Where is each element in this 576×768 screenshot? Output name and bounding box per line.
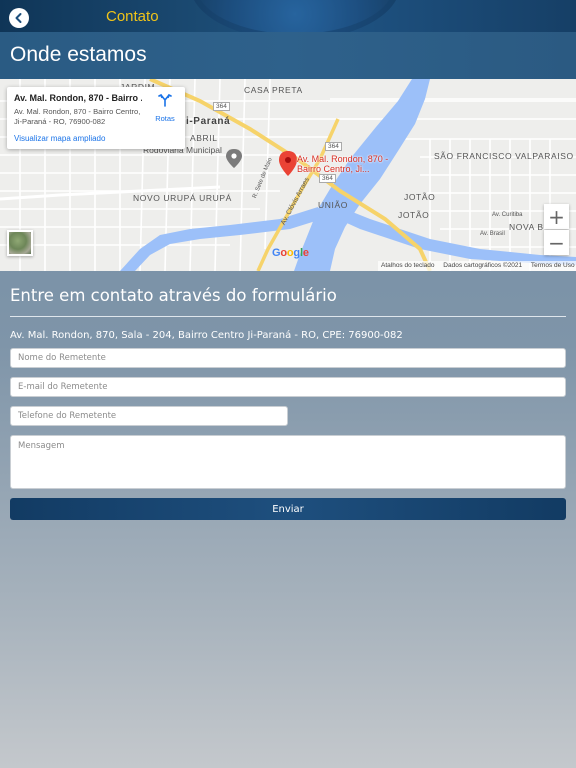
map-label-abril: ABRIL	[190, 133, 218, 143]
routes-label: Rotas	[155, 114, 175, 123]
satellite-toggle[interactable]	[7, 230, 33, 256]
divider	[10, 316, 566, 317]
form-title: Entre em contato através do formulário	[10, 286, 337, 305]
map-label-av-brasil: Av. Brasil	[480, 231, 505, 237]
keyboard-shortcuts-link[interactable]: Atalhos do teclado	[381, 262, 434, 269]
page-title: Contato	[106, 8, 159, 25]
view-larger-map-link[interactable]: Visualizar mapa ampliado	[14, 134, 105, 143]
map-label-novo-urupa: NOVO URUPÁ URUPÁ	[133, 193, 232, 203]
header-emblem	[190, 0, 400, 32]
map-attribution: Atalhos do teclado Dados cartográficos ©…	[378, 261, 576, 271]
place-info-card: Av. Mal. Rondon, 870 - Bairro ... Av. Ma…	[7, 87, 185, 149]
map-label-casa-preta: CASA PRETA	[244, 85, 303, 95]
map-label-ji-parana: i-Paraná	[186, 116, 231, 127]
send-button[interactable]: Enviar	[10, 498, 566, 520]
google-logo-letter: e	[302, 247, 309, 259]
terms-link[interactable]: Termos de Uso	[531, 262, 575, 269]
chevron-left-icon	[15, 13, 22, 23]
top-bar: Contato	[0, 0, 576, 32]
contact-address: Av. Mal. Rondon, 870, Sala - 204, Bairro…	[10, 330, 403, 341]
google-logo: Google	[272, 247, 309, 259]
sender-name-input[interactable]	[10, 348, 566, 368]
section-header: Onde estamos	[0, 32, 576, 79]
zoom-in-button[interactable]: +	[544, 204, 569, 229]
routes-button[interactable]: Rotas	[151, 93, 179, 123]
place-name: Av. Mal. Rondon, 870 - Bairro ...	[14, 93, 142, 103]
place-address: Av. Mal. Rondon, 870 - Bairro Centro, Ji…	[14, 107, 141, 126]
map-label-sao-francisco: SÃO FRANCISCO VALPARAISO	[434, 151, 574, 161]
pin-label-line-1: Av. Mal. Rondon, 870 -	[297, 154, 389, 164]
pin-label-line-2: Bairro Centro, Ji...	[297, 164, 370, 174]
message-textarea[interactable]	[10, 435, 566, 489]
map-label-nova-b: NOVA B	[509, 222, 544, 232]
embedded-map[interactable]: JARDIM CASA PRETA i-Paraná ABRIL Rodoviá…	[0, 79, 576, 271]
map-label-uniao: UNIÃO	[318, 200, 348, 210]
directions-icon	[158, 93, 172, 107]
map-label-road-364a: 364	[213, 102, 230, 111]
map-label-jotao-2: JOTÃO	[398, 210, 430, 220]
sender-email-input[interactable]	[10, 377, 566, 397]
map-label-av-curitiba: Av. Curitiba	[492, 212, 523, 218]
map-data-text: Dados cartográficos ©2021	[443, 262, 523, 269]
map-label-jotao-1: JOTÃO	[404, 192, 436, 202]
pin-label: Av. Mal. Rondon, 870 - Bairro Centro, Ji…	[297, 154, 388, 174]
sender-phone-input[interactable]	[10, 406, 288, 426]
section-title: Onde estamos	[10, 43, 147, 66]
back-button[interactable]	[9, 8, 29, 28]
map-label-road-364c: 364	[319, 174, 336, 183]
map-label-road-364b: 364	[325, 142, 342, 151]
zoom-out-button[interactable]: −	[544, 230, 569, 255]
